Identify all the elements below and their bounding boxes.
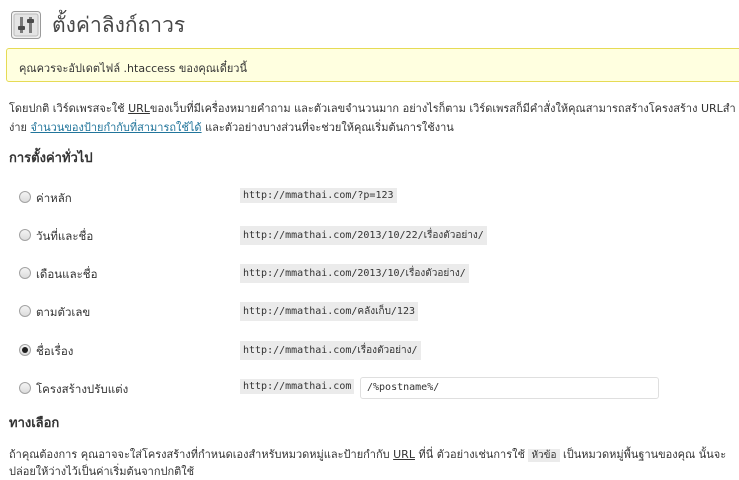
desc-text-mid: ที่นี่ ตัวอย่างเช่นการใช้	[414, 448, 529, 461]
intro-text-2-cont: และตัวอย่างบางส่วนที่จะช่วยให้คุณเริ่มต้…	[201, 121, 454, 134]
option-label[interactable]: ตามตัวเลข	[36, 304, 90, 322]
example-url: http://mmathai.com/คลังเก็บ/123	[240, 302, 418, 321]
default-radio[interactable]	[19, 191, 31, 203]
page-title: ตั้งค่าลิงก์ถาวร	[52, 13, 186, 37]
permalink-option-day-name[interactable]: วันที่และชื่อ http://mmathai.com/2013/10…	[18, 224, 718, 246]
intro-text: โดยปกติ เวิร์ดเพรสจะใช้	[9, 102, 129, 115]
intro-line-1: โดยปกติ เวิร์ดเพรสจะใช้ URLของเว็บที่มีเ…	[9, 99, 736, 117]
optional-description-line-2: ปล่อยให้ว่างไว้เป็นค่าเริ่มต้นจากปกติใช้	[9, 465, 195, 478]
example-url: http://mmathai.com/เรื่องตัวอย่าง/	[240, 341, 421, 360]
example-url: http://mmathai.com/?p=123	[240, 188, 397, 203]
desc-text-post: เป็นหมวดหมู่พื้นฐานของคุณ นั้นจะ	[559, 448, 727, 461]
general-settings-heading: การตั้งค่าทั่วไป	[9, 151, 93, 166]
example-url: http://mmathai.com/2013/10/22/เรื่องตัวอ…	[240, 226, 487, 245]
custom-structure-input[interactable]: /%postname%/	[360, 377, 659, 399]
example-url: http://mmathai.com/2013/10/เรื่องตัวอย่า…	[240, 264, 469, 283]
intro-text-cont: ของเว็บที่มีเครื่องหมายคำถาม และตัวเลขจำ…	[149, 102, 736, 115]
notice-text: คุณควรจะอัปเดตไฟล์ .htaccess ของคุณเดี๋ย…	[19, 62, 248, 75]
option-label[interactable]: เดือนและชื่อ	[36, 266, 98, 284]
permalink-option-default[interactable]: ค่าหลัก http://mmathai.com/?p=123	[18, 186, 718, 208]
option-label[interactable]: โครงสร้างปรับแต่ง	[36, 381, 128, 399]
permalink-option-custom[interactable]: โครงสร้างปรับแต่ง http://mmathai.com /%p…	[18, 377, 718, 399]
option-label[interactable]: ค่าหลัก	[36, 190, 72, 208]
update-notice: คุณควรจะอัปเดตไฟล์ .htaccess ของคุณเดี๋ย…	[6, 48, 739, 82]
permalink-option-post-name[interactable]: ชื่อเรื่อง http://mmathai.com/เรื่องตัวอ…	[18, 339, 718, 361]
option-label[interactable]: ชื่อเรื่อง	[36, 343, 73, 361]
intro-url-abbr: URL	[128, 102, 150, 115]
day-name-radio[interactable]	[19, 229, 31, 241]
permalink-option-month-name[interactable]: เดือนและชื่อ http://mmathai.com/2013/10/…	[18, 262, 718, 284]
intro-text-2: ง่าย	[9, 121, 31, 134]
desc-text: ถ้าคุณต้องการ คุณอาจจะใส่โครงสร้างที่กำห…	[9, 448, 394, 461]
intro-line-2: ง่าย จำนวนของป้ายกำกับที่สามารถใช้ได้ แล…	[9, 118, 454, 136]
desc-url-abbr: URL	[393, 448, 415, 461]
available-tags-link[interactable]: จำนวนของป้ายกำกับที่สามารถใช้ได้	[31, 121, 202, 134]
example-topic-code: หัวข้อ	[528, 449, 560, 462]
month-name-radio[interactable]	[19, 267, 31, 279]
permalink-option-numeric[interactable]: ตามตัวเลข http://mmathai.com/คลังเก็บ/12…	[18, 300, 718, 322]
numeric-radio[interactable]	[19, 305, 31, 317]
option-label[interactable]: วันที่และชื่อ	[36, 228, 93, 246]
custom-structure-radio[interactable]	[19, 382, 31, 394]
optional-heading: ทางเลือก	[9, 416, 60, 431]
post-name-radio[interactable]	[19, 344, 31, 356]
optional-description-line-1: ถ้าคุณต้องการ คุณอาจจะใส่โครงสร้างที่กำห…	[9, 445, 726, 463]
settings-sliders-icon	[11, 11, 41, 39]
base-url: http://mmathai.com	[240, 379, 355, 394]
